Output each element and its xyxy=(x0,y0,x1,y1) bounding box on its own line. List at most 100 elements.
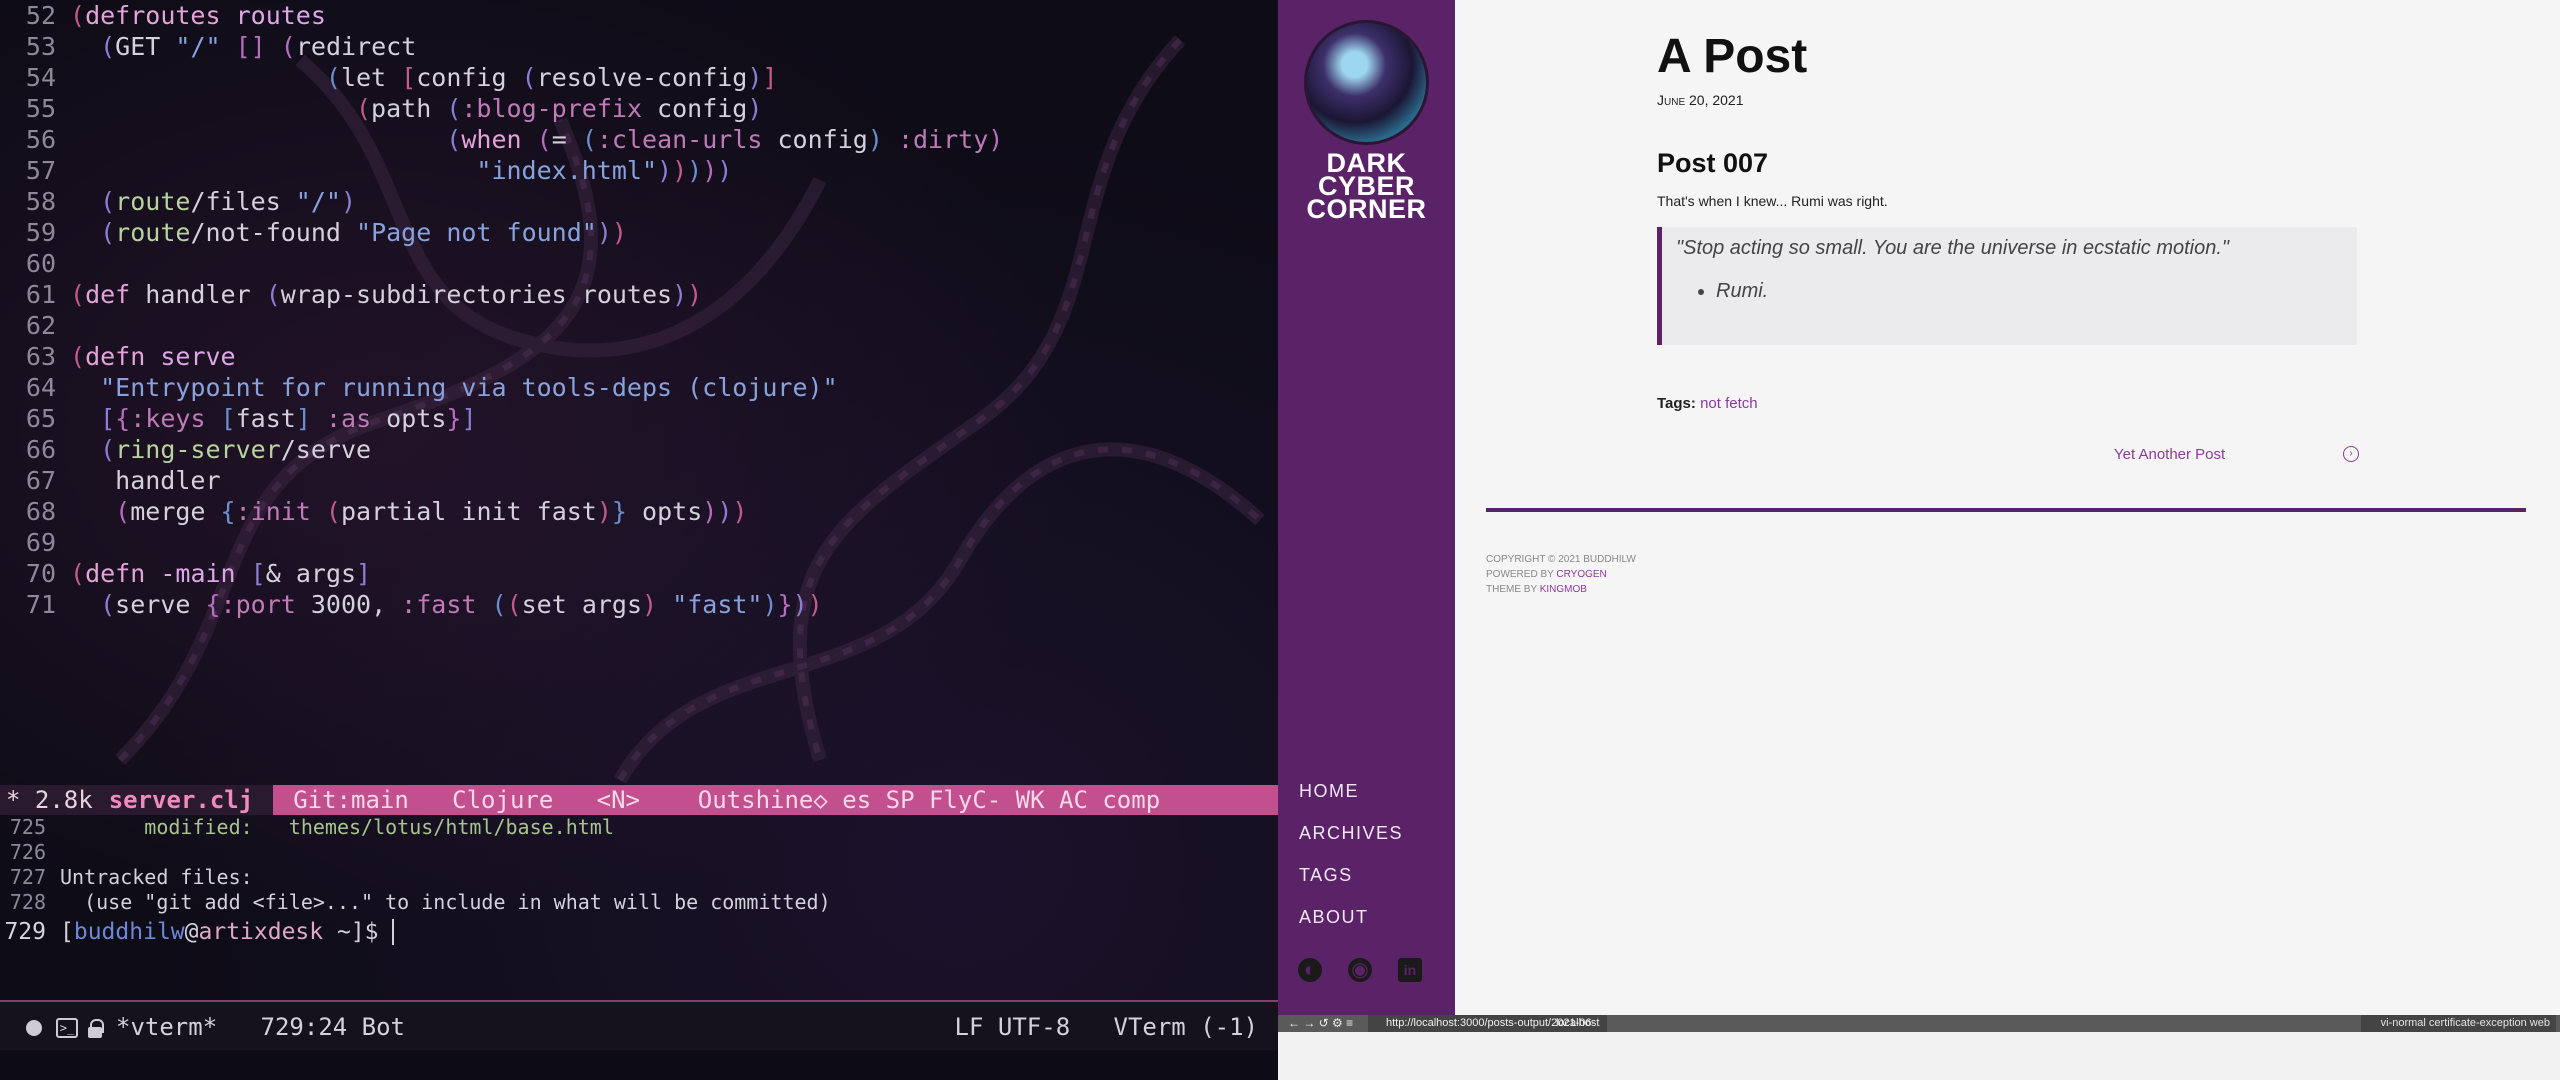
code-line: 67 handler xyxy=(0,465,1278,496)
browser-nav-controls[interactable]: ← → ↺ ⚙ ≡ xyxy=(1288,1015,1353,1032)
code-line: 68 (merge {:init (partial init fast)} op… xyxy=(0,496,1278,527)
next-post-link[interactable]: Yet Another Post › xyxy=(2114,446,2359,463)
browser-bottom-strip xyxy=(1278,1032,2560,1080)
lock-icon xyxy=(86,1018,104,1038)
host-display: localhost xyxy=(1556,1017,1600,1029)
footer-powered-label: POWERED BY xyxy=(1486,569,1557,580)
line-number: 54 xyxy=(25,63,56,92)
code-line: 63 (defn serve xyxy=(0,341,1278,372)
footer-powered-link[interactable]: CRYOGEN xyxy=(1556,569,1606,580)
site-title[interactable]: DARK CYBER CORNER xyxy=(1278,150,1455,223)
code-line: 61 (def handler (wrap-subdirectories rout… xyxy=(0,279,1278,310)
code-line: 52 (defroutes routes xyxy=(0,0,1278,31)
emacs-bottom-strip xyxy=(0,1050,1278,1080)
line-number: 58 xyxy=(25,187,56,216)
buffer-filename[interactable]: server.clj xyxy=(102,785,274,815)
modeline-right: LF UTF-8 VTerm (-1) xyxy=(955,1002,1258,1052)
code-line: 53 (GET "/" [] (redirect xyxy=(0,31,1278,62)
nav-home[interactable]: HOME xyxy=(1299,780,1403,822)
tag-link[interactable]: not fetch xyxy=(1700,395,1758,412)
code-line: 54 (let [config (resolve-config)] xyxy=(0,62,1278,93)
nav-about[interactable]: ABOUT xyxy=(1299,906,1403,948)
line-number: 725 xyxy=(9,815,46,839)
editor-modeline: * 2.8k server.clj Git:main Clojure <N> Out… xyxy=(0,785,1278,815)
modeline-status: Git:main Clojure <N> Outshine◇ es SP Fly… xyxy=(293,786,1161,814)
line-number: 60 xyxy=(25,249,56,278)
social-links: ◐ ◉ in xyxy=(1298,958,1422,982)
terminal-text: modified: themes/lotus/html/base.html xyxy=(60,815,614,839)
prompt-tail: ~]$ xyxy=(323,919,393,945)
code-line: 66 (ring-server/serve xyxy=(0,434,1278,465)
line-number: 59 xyxy=(25,218,56,247)
terminal-line: 727 Untracked files: xyxy=(0,865,1278,890)
post-blockquote: "Stop acting so small. You are the unive… xyxy=(1657,227,2357,345)
code-editor[interactable]: 52 (defroutes routes 53 (GET "/" [] (redi… xyxy=(0,0,1278,785)
terminal-prompt[interactable]: 729 [buddhilw@artixdesk ~]$ xyxy=(0,915,1278,949)
quote-text: "Stop acting so small. You are the unive… xyxy=(1676,237,2230,259)
blog-sidebar: DARK CYBER CORNER HOME ARCHIVES TAGS ABO… xyxy=(1278,0,1455,1015)
post-title: A Post xyxy=(1657,30,1808,83)
line-number: 729 xyxy=(4,919,46,945)
blog-content: A Post June 20, 2021 Post 007 That's whe… xyxy=(1455,0,2560,1015)
quote-author: Rumi. xyxy=(1716,280,2343,303)
terminal-line: 725 modified: themes/lotus/html/base.htm… xyxy=(0,815,1278,840)
line-number: 70 xyxy=(25,559,56,588)
next-post-label: Yet Another Post xyxy=(2114,446,2226,463)
site-nav: HOME ARCHIVES TAGS ABOUT xyxy=(1299,780,1403,948)
post-date: June 20, 2021 xyxy=(1657,92,1744,108)
post-subtitle: Post 007 xyxy=(1657,148,1769,178)
line-number: 56 xyxy=(25,125,56,154)
code-line: 59 (route/not-found "Page not found")) xyxy=(0,217,1278,248)
mode-flags: vi-normal certificate-exception web xyxy=(2360,1015,2556,1032)
terminal-text: (use "git add <file>..." to include in w… xyxy=(60,890,831,914)
line-number: 63 xyxy=(25,342,56,371)
line-number: 69 xyxy=(25,528,56,557)
buffer-size: * 2.8k xyxy=(0,785,103,815)
browser-window: DARK CYBER CORNER HOME ARCHIVES TAGS ABO… xyxy=(1278,0,2560,1080)
code-line: 65 [{:keys [fast] :as opts}] xyxy=(0,403,1278,434)
code-line: 60 xyxy=(0,248,1278,279)
line-number: 68 xyxy=(25,497,56,526)
terminal-text: Untracked files: xyxy=(60,865,253,889)
line-number: 728 xyxy=(9,890,46,914)
post-intro: That's when I knew... Rumi was right. xyxy=(1657,193,1888,209)
emacs-window: 52 (defroutes routes 53 (GET "/" [] (redi… xyxy=(0,0,1278,1080)
nav-tags[interactable]: TAGS xyxy=(1299,864,1403,906)
footer-theme-link[interactable]: KINGMOB xyxy=(1540,584,1587,595)
footer-theme-label: THEME BY xyxy=(1486,584,1540,595)
code-line: 70 (defn -main [& args] xyxy=(0,558,1278,589)
site-logo[interactable] xyxy=(1304,20,1429,145)
line-number: 726 xyxy=(9,840,46,864)
line-number: 64 xyxy=(25,373,56,402)
github-icon[interactable]: ◉ xyxy=(1348,958,1372,982)
code-line: 56 (when (= (:clean-urls config) :dirty) xyxy=(0,124,1278,155)
terminal-line: 726 xyxy=(0,840,1278,865)
vterm-terminal[interactable]: 725 modified: themes/lotus/html/base.htm… xyxy=(0,815,1278,1000)
vterm-modeline: >_ *vterm* 729:24 Bot LF UTF-8 VTerm (-1) xyxy=(0,1000,1278,1050)
line-number: 65 xyxy=(25,404,56,433)
site-footer: COPYRIGHT © 2021 BUDDHILW POWERED BY CRY… xyxy=(1486,552,1636,597)
linkedin-icon[interactable]: in xyxy=(1398,958,1422,982)
footer-divider xyxy=(1486,508,2526,512)
line-number: 52 xyxy=(25,1,56,30)
code-line: 64 "Entrypoint for running via tools-dep… xyxy=(0,372,1278,403)
tags-label: Tags: xyxy=(1657,395,1696,412)
code-line: 57 "index.html"))))) xyxy=(0,155,1278,186)
buffer-name[interactable]: *vterm* xyxy=(116,1013,217,1041)
record-dot-icon xyxy=(26,1020,42,1036)
prompt-host: artixdesk xyxy=(198,919,324,945)
nav-archives[interactable]: ARCHIVES xyxy=(1299,822,1403,864)
browser-statusbar: ← → ↺ ⚙ ≡ http://localhost:3000/posts-ou… xyxy=(1278,1015,2560,1032)
text-cursor xyxy=(392,919,409,945)
line-number: 71 xyxy=(25,590,56,619)
prompt-user: buddhilw xyxy=(73,919,185,945)
code-line: 71 (serve {:port 3000, :fast ((set args)… xyxy=(0,589,1278,620)
terminal-line: 728 (use "git add <file>..." to include … xyxy=(0,890,1278,915)
encoding: LF UTF-8 xyxy=(954,1013,1071,1041)
line-number: 55 xyxy=(25,94,56,123)
line-number: 62 xyxy=(25,311,56,340)
line-number: 727 xyxy=(9,865,46,889)
line-number: 53 xyxy=(25,32,56,61)
theme-toggle-icon[interactable]: ◐ xyxy=(1298,958,1322,982)
footer-copyright: COPYRIGHT © 2021 BUDDHILW xyxy=(1486,554,1636,565)
